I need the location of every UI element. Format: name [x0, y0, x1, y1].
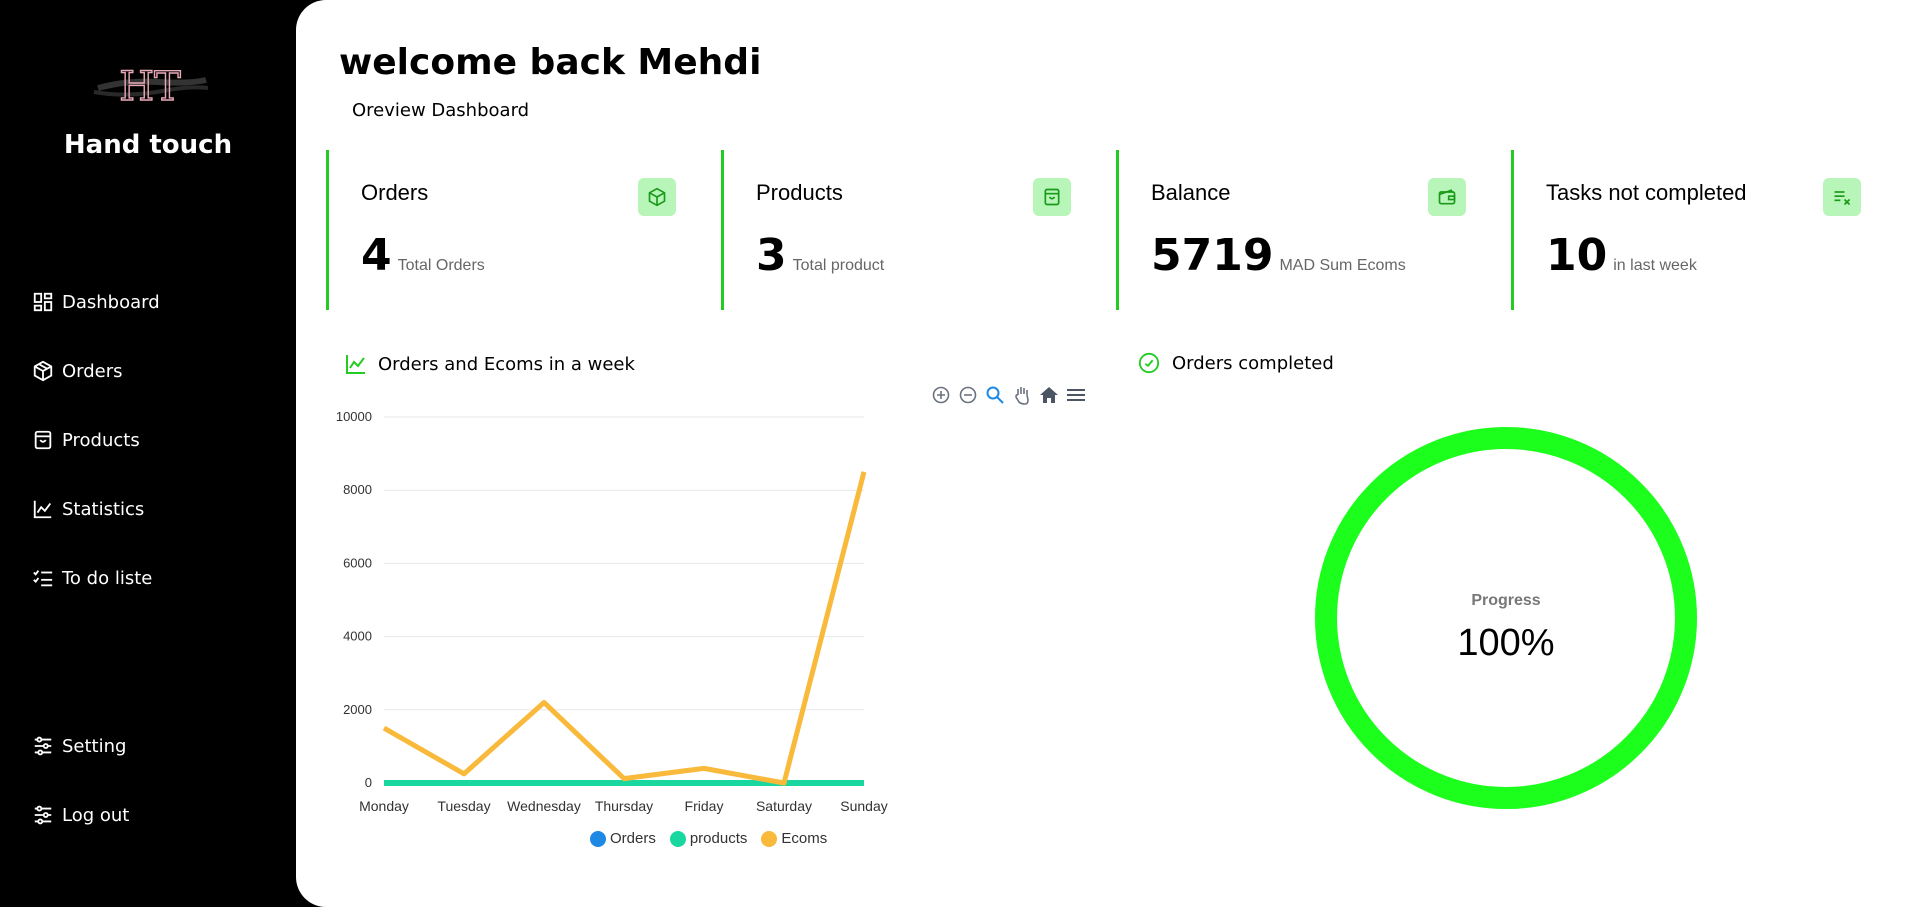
x-tick-label: Tuesday	[437, 798, 490, 814]
line-chart: 0 2000 4000 6000 8000 10000 Monday Tuesday Wedne…	[336, 409, 888, 814]
card-value-row: 10 in last week	[1546, 230, 1697, 281]
app-root: HT Hand touch Dashboard Orders Products …	[0, 0, 1918, 907]
chart-menu-button[interactable]	[1065, 384, 1086, 405]
wallet-icon	[1438, 189, 1456, 205]
svg-text:HT: HT	[119, 64, 181, 110]
x-tick-label: Monday	[359, 798, 409, 814]
y-tick-label: 10000	[336, 409, 372, 424]
card-value-row: 4 Total Orders	[361, 230, 485, 281]
card-value: 5719	[1151, 230, 1274, 281]
card-title: Products	[756, 180, 843, 205]
sidebar-item-logout[interactable]: Log out	[32, 797, 129, 833]
sidebar-item-dashboard[interactable]: Dashboard	[32, 284, 160, 320]
card-title: Balance	[1151, 180, 1231, 205]
card-icon-badge	[1033, 178, 1071, 216]
pan-button[interactable]	[1011, 384, 1032, 405]
sidebar-item-todo[interactable]: To do liste	[32, 560, 152, 596]
y-tick-label: 2000	[343, 702, 372, 717]
check-circle-icon	[1138, 352, 1160, 374]
home-icon	[1039, 386, 1058, 403]
sidebar-item-label: Setting	[62, 735, 127, 757]
sidebar-item-label: Orders	[62, 360, 123, 382]
progress-ring	[1315, 427, 1697, 809]
y-tick-label: 4000	[343, 629, 372, 644]
y-tick-label: 6000	[343, 555, 372, 570]
card-description: MAD Sum Ecoms	[1279, 257, 1406, 274]
list-x-icon	[1834, 191, 1851, 206]
menu-icon	[1066, 388, 1085, 401]
sidebar-item-label: To do liste	[62, 567, 153, 589]
stat-card-tasks: Tasks not completed 10 in last week	[1511, 150, 1905, 310]
card-value-row: 3 Total product	[756, 230, 884, 281]
x-tick-label: Wednesday	[507, 798, 581, 814]
x-tick-label: Saturday	[756, 798, 812, 814]
card-value: 3	[756, 230, 787, 281]
card-description: Total product	[792, 257, 885, 274]
card-icon-badge	[1823, 178, 1861, 216]
legend-marker	[669, 830, 686, 847]
x-tick-label: Sunday	[840, 798, 887, 814]
x-tick-label: Friday	[685, 798, 724, 814]
sidebar-item-products[interactable]: Products	[32, 422, 140, 458]
dashboard-icon	[33, 292, 53, 312]
legend-label: Orders	[610, 830, 656, 847]
sidebar-item-statistics[interactable]: Statistics	[32, 491, 144, 527]
reset-zoom-button[interactable]	[1038, 384, 1059, 405]
card-value: 10	[1546, 230, 1608, 281]
stat-card-balance: Balance 5719 MAD Sum Ecoms	[1116, 150, 1510, 310]
brand-name: Hand touch	[63, 130, 233, 160]
progress-header: Orders completed	[1138, 352, 1334, 374]
card-value-row: 5719 MAD Sum Ecoms	[1151, 230, 1406, 281]
card-title: Tasks not completed	[1546, 180, 1747, 205]
card-value: 4	[361, 230, 392, 281]
progress-ring-arc	[1315, 427, 1697, 809]
stat-card-orders: Orders 4 Total Orders	[326, 150, 720, 310]
card-description: Total Orders	[397, 257, 485, 274]
bag-icon	[34, 430, 52, 450]
card-icon-badge	[638, 178, 676, 216]
chart-line-icon	[346, 355, 365, 374]
sidebar-item-setting[interactable]: Setting	[32, 728, 126, 764]
series-line-ecoms	[382, 471, 867, 786]
brand-logo: HT	[93, 63, 209, 111]
legend-label: Ecoms	[781, 830, 828, 847]
chart-line-icon	[33, 500, 52, 519]
chart-title: Orders and Ecoms in a week	[378, 353, 635, 375]
card-description: in last week	[1613, 257, 1697, 274]
progress-value: 100%	[1457, 622, 1555, 664]
legend-marker	[590, 830, 606, 847]
x-tick-label: Thursday	[595, 798, 653, 814]
y-tick-label: 0	[365, 775, 372, 790]
legend-item-products[interactable]: products	[669, 830, 748, 847]
chart-header: Orders and Ecoms in a week	[344, 352, 635, 376]
box-icon	[648, 187, 666, 207]
progress-label: Progress	[1471, 592, 1541, 609]
card-title: Orders	[361, 180, 429, 205]
pan-hand-icon	[1014, 386, 1029, 405]
sidebar-item-orders[interactable]: Orders	[32, 353, 123, 389]
sidebar-item-label: Statistics	[62, 498, 145, 520]
progress-title: Orders completed	[1172, 352, 1334, 374]
sidebar-item-label: Dashboard	[62, 291, 160, 313]
page-subtitle: Oreview Dashboard	[352, 100, 530, 121]
legend-item-ecoms[interactable]: Ecoms	[761, 830, 827, 847]
bag-icon	[1044, 188, 1060, 206]
legend-marker	[761, 830, 778, 847]
main-panel: welcome back Mehdi Oreview Dashboard Ord…	[296, 0, 1918, 907]
sliders-icon	[34, 736, 52, 756]
checklist-icon	[33, 570, 53, 587]
stat-card-products: Products 3 Total product	[721, 150, 1115, 310]
legend-item-orders[interactable]: Orders	[590, 830, 656, 847]
box-icon	[33, 360, 53, 382]
y-tick-label: 8000	[343, 482, 372, 497]
sidebar-item-label: Products	[62, 429, 140, 451]
legend-label: products	[689, 830, 748, 847]
sidebar-item-label: Log out	[62, 804, 130, 826]
card-icon-badge	[1428, 178, 1466, 216]
sidebar: HT Hand touch Dashboard Orders Products …	[0, 0, 296, 907]
page-title: welcome back Mehdi	[339, 42, 762, 83]
chart-legend: Orders products Ecoms	[590, 830, 827, 847]
sliders-icon	[34, 805, 52, 825]
